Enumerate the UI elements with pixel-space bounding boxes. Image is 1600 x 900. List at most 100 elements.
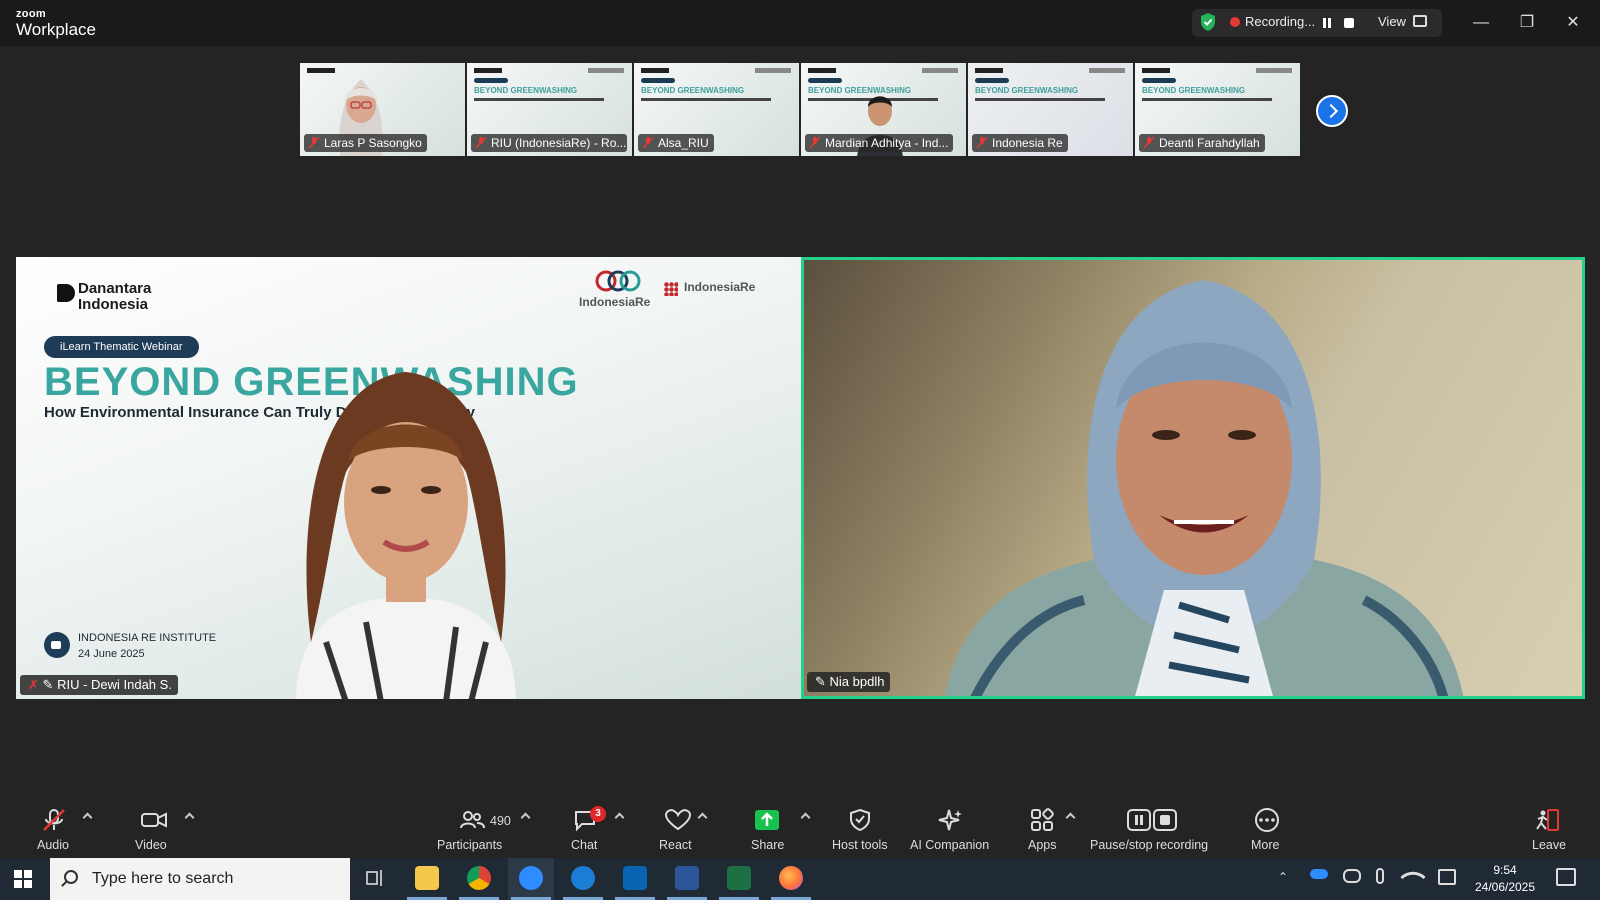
cloud-sync-icon[interactable] [1343,869,1361,883]
stop-recording-icon[interactable] [1340,14,1358,32]
share-options-chevron-icon[interactable] [800,812,811,823]
indonesiare-rings-icon [595,270,641,292]
slide-title: BEYOND GREENWASHING [474,86,578,95]
danantara-logo-line2: Indonesia [78,295,149,313]
taskbar-excel[interactable] [716,858,762,900]
participant-thumbnail[interactable]: BEYOND GREENWASHING Mardian Adhitya - In… [801,63,966,156]
apps-button[interactable]: Apps [1025,800,1065,858]
tray-overflow-chevron-icon[interactable]: ⌃ [1278,870,1288,900]
taskbar-zoom[interactable] [508,858,554,900]
taskbar-firefox[interactable] [768,858,814,900]
host-tools-label: Host tools [832,838,888,852]
task-view-button[interactable] [352,858,398,900]
folder-icon [415,866,439,890]
participant-name-text: Nia bpdlh [829,674,885,689]
taskbar-outlook-alt[interactable] [560,858,606,900]
view-grid-icon[interactable] [1413,15,1427,27]
slide-logo [975,68,1003,73]
slide-title: BEYOND GREENWASHING [1142,86,1246,95]
wifi-icon[interactable] [1400,864,1426,890]
next-page-icon[interactable] [1316,95,1348,127]
video-button[interactable]: Video [134,800,174,858]
notifications-icon[interactable] [1556,868,1576,886]
display-icon[interactable] [1438,869,1456,885]
search-icon [64,870,78,884]
speaker-video [944,280,1464,696]
participant-name-text: Laras P Sasongko [324,136,422,150]
participant-thumbnail[interactable]: BEYOND GREENWASHING Indonesia Re [968,63,1133,156]
participant-thumbnail[interactable]: Laras P Sasongko [300,63,465,156]
leave-door-icon [1536,809,1559,831]
more-button[interactable]: More [1248,800,1288,858]
muted-mic-icon [643,137,653,149]
restore-icon[interactable]: ❐ [1514,10,1540,36]
video-label: Video [135,838,167,852]
participant-thumbnail[interactable]: BEYOND GREENWASHING RIU (IndonesiaRe) - … [467,63,632,156]
ai-companion-button[interactable]: AI Companion [908,800,992,858]
react-options-chevron-icon[interactable] [697,812,708,823]
minimize-icon[interactable]: — [1468,10,1494,36]
participant-name: Deanti Farahdyllah [1139,134,1265,152]
chat-options-chevron-icon[interactable] [614,812,625,823]
react-button[interactable]: React [658,800,698,858]
share-button[interactable]: Share [749,800,789,858]
audio-options-chevron-icon[interactable] [82,812,93,823]
institute-name: INDONESIA RE INSTITUTE [78,632,217,644]
onedrive-icon[interactable] [1310,869,1328,879]
excel-icon [727,866,751,890]
host-shield-icon [850,808,870,832]
participant-thumbnail[interactable]: BEYOND GREENWASHING Deanti Farahdyllah [1135,63,1300,156]
taskbar-chrome[interactable] [456,858,502,900]
host-tools-button[interactable]: Host tools [830,800,890,858]
view-button[interactable]: View [1378,14,1406,29]
app-logo: zoom Workplace [16,9,96,39]
title-bar: zoom Workplace Recording... View — ❐ ✕ [0,0,1600,46]
speaker-pin-icon: ✎ [815,674,826,689]
participant-name: RIU (IndonesiaRe) - Ro... [471,134,627,152]
participants-button[interactable]: 490 Participants [434,800,514,858]
participants-options-chevron-icon[interactable] [520,812,531,823]
taskbar-outlook[interactable] [612,858,658,900]
close-icon[interactable]: ✕ [1560,10,1586,36]
slide-logo [474,68,502,73]
muted-mic-icon [309,137,319,149]
leave-button[interactable]: Leave [1530,800,1570,858]
slide-subtitle [975,98,1105,101]
camera-icon [44,632,70,658]
taskbar-word[interactable] [664,858,710,900]
speaker-video [296,372,516,699]
word-icon [675,866,699,890]
participant-name-text: RIU - Dewi Indah S. [57,677,172,692]
apps-label: Apps [1028,838,1057,852]
recording-dot-icon [1230,17,1240,27]
taskbar-file-explorer[interactable] [404,858,450,900]
chat-unread-badge: 3 [590,806,606,822]
video-options-chevron-icon[interactable] [184,812,195,823]
taskbar-search-input[interactable]: Type here to search [50,858,350,900]
slide-tag [641,78,675,83]
react-label: React [659,838,692,852]
audio-label: Audio [37,838,69,852]
taskbar-clock[interactable]: 9:54 24/06/2025 [1470,862,1540,896]
clock-time: 9:54 [1493,863,1517,877]
danantara-logo-line1: Danantara [78,280,152,297]
encryption-shield-icon[interactable] [1199,12,1217,32]
participant-name: Alsa_RIU [638,134,714,152]
windows-start-icon[interactable] [14,870,32,888]
video-tile-right-active-speaker[interactable]: ✎ Nia bpdlh [801,257,1585,699]
indonesiare-institute-dots-icon [664,282,678,296]
muted-mic-icon [810,137,820,149]
chat-button[interactable]: 3 Chat [570,800,610,858]
microphone-icon[interactable] [1376,868,1384,884]
slide-logo [641,68,669,73]
apps-options-chevron-icon[interactable] [1065,812,1076,823]
pause-recording-icon[interactable] [1318,14,1336,32]
audio-button[interactable]: Audio [34,800,74,858]
recording-status: Recording... [1245,14,1316,29]
slide-logo [588,68,624,73]
apps-grid-icon [1031,808,1054,831]
slide-title: BEYOND GREENWASHING [975,86,1079,95]
pause-stop-recording-button[interactable]: Pause/stop recording [1090,800,1214,858]
video-tile-left[interactable]: Danantara Indonesia IndonesiaRe Indonesi… [16,257,801,699]
participant-thumbnail[interactable]: BEYOND GREENWASHING Alsa_RIU [634,63,799,156]
